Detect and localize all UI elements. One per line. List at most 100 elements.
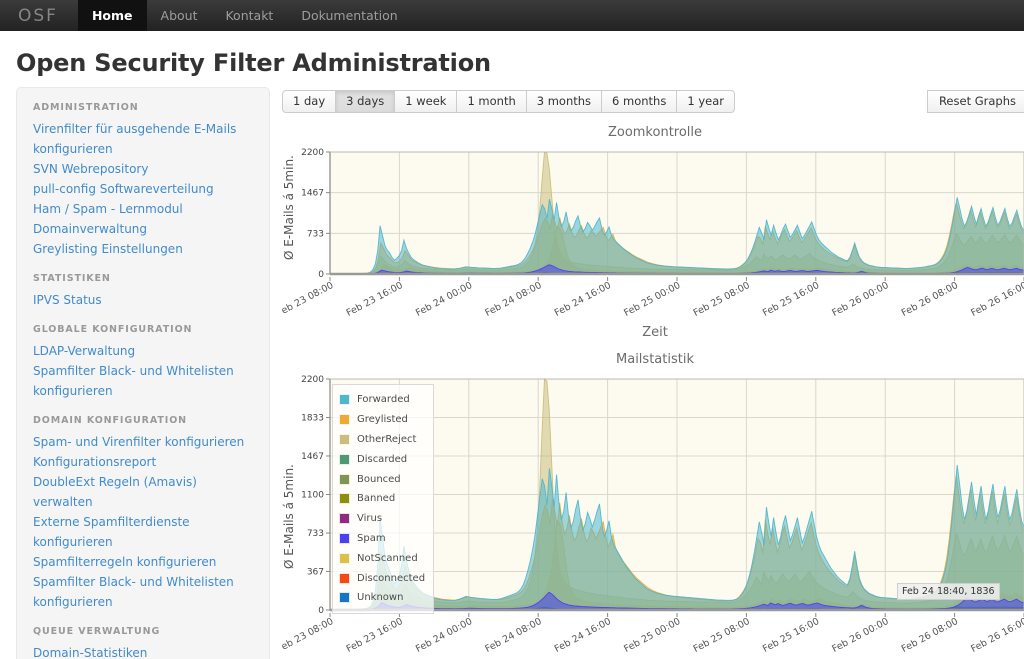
chart-title-zoomkontrolle: Zoomkontrolle [607, 125, 703, 140]
range-toolbar: 1 day 3 days 1 week 1 month 3 months 6 months… [282, 89, 1024, 113]
sidebar-link[interactable]: pull-config Softwareverteilung [33, 179, 253, 199]
legend-label: Disconnected [357, 572, 426, 584]
plot-svg-zoomkontrolle[interactable]: 0 733 1467 2200 [282, 142, 1024, 278]
svg-text:733: 733 [307, 529, 324, 539]
sidebar-link[interactable]: Konfigurationsreport [33, 452, 253, 472]
range-button-1-day[interactable]: 1 day [282, 89, 336, 113]
legend-item[interactable]: NotScanned [339, 548, 425, 568]
svg-text:1467: 1467 [301, 452, 324, 462]
svg-text:Feb 25 00:00: Feb 25 00:00 [622, 616, 682, 655]
main-layout: ADMINISTRATION Virenfilter für ausgehende… [0, 77, 1024, 659]
nav-item-about[interactable]: About [147, 0, 212, 31]
range-button-1-month[interactable]: 1 month [456, 89, 526, 113]
legend-label: Greylisted [357, 414, 408, 426]
sidebar-link[interactable]: Spamfilter Black- und Whitelisten konfig… [33, 572, 253, 612]
svg-text:Feb 24 08:00: Feb 24 08:00 [483, 280, 543, 319]
legend-label: OtherReject [357, 433, 417, 445]
legend-item[interactable]: Bounced [339, 469, 425, 489]
x-axis-zoomkontrolle: Feb 23 08:00 Feb 23 16:00 Feb 24 00:00 Feb … [282, 277, 1024, 319]
legend-swatch-icon [339, 473, 350, 485]
svg-text:1100: 1100 [301, 491, 324, 501]
sidebar-link[interactable]: SVN Webrepository [33, 159, 253, 179]
svg-text:Feb 25 00:00: Feb 25 00:00 [622, 280, 682, 319]
svg-text:Feb 24 00:00: Feb 24 00:00 [414, 616, 474, 655]
legend-item[interactable]: Unknown [339, 588, 425, 608]
legend-swatch-icon [339, 513, 350, 525]
legend-label: Bounced [357, 473, 401, 485]
legend-swatch-icon [339, 552, 350, 564]
range-button-1-week[interactable]: 1 week [394, 89, 457, 113]
sidebar-heading: GLOBALE KONFIGURATION [33, 324, 193, 335]
legend-label: Banned [357, 493, 396, 505]
svg-text:Feb 26 16:00: Feb 26 16:00 [969, 616, 1024, 655]
range-button-1-year[interactable]: 1 year [676, 89, 735, 113]
y-axis-label-mailstatistik: Ø E-Mails á 5min. [282, 464, 296, 569]
sidebar-link[interactable]: Spam- und Virenfilter konfigurieren [33, 432, 253, 452]
sidebar-heading: QUEUE VERWALTUNG [33, 626, 161, 637]
top-navbar: OSF Home About Kontakt Dokumentation [0, 0, 1024, 31]
svg-text:Feb 25 08:00: Feb 25 08:00 [692, 280, 752, 319]
chart-tooltip: Feb 24 18:40, 1836 [897, 583, 1000, 600]
sidebar-link[interactable]: Virenfilter für ausgehende E-Mails konfi… [33, 119, 253, 159]
nav-item-kontakt[interactable]: Kontakt [211, 0, 287, 31]
svg-text:Feb 23 08:00: Feb 23 08:00 [282, 616, 335, 655]
sidebar-heading: STATISTIKEN [33, 273, 111, 284]
svg-text:Feb 25 08:00: Feb 25 08:00 [692, 616, 752, 655]
sidebar-link[interactable]: Ham / Spam - Lernmodul [33, 199, 253, 219]
svg-text:Feb 26 00:00: Feb 26 00:00 [830, 280, 890, 319]
legend-item[interactable]: Greylisted [339, 410, 425, 430]
legend-label: NotScanned [357, 552, 418, 564]
range-button-group: 1 day 3 days 1 week 1 month 3 months 6 months… [282, 89, 735, 113]
legend-item[interactable]: OtherReject [339, 430, 425, 450]
sidebar-link[interactable]: Spamfilterregeln konfigurieren [33, 552, 253, 572]
legend-item[interactable]: Virus [339, 509, 425, 529]
legend-item[interactable]: Forwarded [339, 390, 425, 410]
svg-text:Feb 23 16:00: Feb 23 16:00 [345, 616, 405, 655]
legend-swatch-icon [339, 453, 350, 465]
legend-swatch-icon [339, 592, 350, 604]
svg-text:Feb 26 00:00: Feb 26 00:00 [830, 616, 890, 655]
svg-text:733: 733 [307, 229, 324, 239]
range-button-6-months[interactable]: 6 months [601, 89, 677, 113]
legend-label: Spam [357, 532, 386, 544]
legend-swatch-icon [339, 572, 350, 584]
legend-item[interactable]: Discarded [339, 449, 425, 469]
sidebar-link[interactable]: Spamfilter Black- und Whitelisten konfig… [33, 361, 253, 401]
sidebar-link[interactable]: Domainverwaltung [33, 219, 253, 239]
plot-wrap-mailstatistik[interactable]: Ø E-Mails á 5min. 0 367 733 1100 1467 1833 220… [282, 369, 1024, 659]
svg-text:Feb 24 16:00: Feb 24 16:00 [553, 616, 613, 655]
sidebar-link[interactable]: DoubleExt Regeln (Amavis) verwalten [33, 472, 253, 512]
sidebar-heading: DOMAIN KONFIGURATION [33, 415, 188, 426]
reset-graphs-button[interactable]: Reset Graphs [926, 89, 1024, 113]
legend-label: Virus [357, 513, 383, 525]
svg-text:Feb 26 16:00: Feb 26 16:00 [969, 280, 1024, 319]
legend-item[interactable]: Disconnected [339, 568, 425, 588]
svg-text:2200: 2200 [301, 148, 324, 158]
content-area: 1 day 3 days 1 week 1 month 3 months 6 months… [270, 87, 1024, 659]
range-button-3-months[interactable]: 3 months [525, 89, 602, 113]
svg-text:Feb 24 08:00: Feb 24 08:00 [483, 616, 543, 655]
sidebar-link[interactable]: Domain-Statistiken [33, 643, 253, 659]
legend-label: Discarded [357, 453, 408, 465]
plot-wrap-zoomkontrolle[interactable]: Ø E-Mails á 5min. 0 733 1467 2200 Feb 23 08… [282, 142, 1024, 329]
sidebar-link[interactable]: LDAP-Verwaltung [33, 341, 253, 361]
chart-legend[interactable]: Forwarded Greylisted OtherReject Discarded B… [332, 384, 435, 614]
legend-item[interactable]: Spam [339, 529, 425, 549]
legend-swatch-icon [339, 414, 350, 426]
sidebar-heading: ADMINISTRATION [33, 102, 139, 113]
svg-text:Feb 25 16:00: Feb 25 16:00 [761, 616, 821, 655]
brand-logo[interactable]: OSF [0, 0, 78, 31]
svg-text:Feb 23 16:00: Feb 23 16:00 [345, 280, 405, 319]
sidebar-link[interactable]: Greylisting Einstellungen [33, 239, 253, 259]
legend-label: Forwarded [357, 394, 410, 406]
nav-item-home[interactable]: Home [77, 0, 147, 31]
y-axis-label-zoomkontrolle: Ø E-Mails á 5min. [282, 155, 296, 260]
svg-text:Feb 24 00:00: Feb 24 00:00 [414, 280, 474, 319]
range-button-3-days[interactable]: 3 days [335, 89, 395, 113]
sidebar-link[interactable]: IPVS Status [33, 290, 253, 310]
svg-text:0: 0 [318, 606, 324, 614]
legend-swatch-icon [339, 493, 350, 505]
legend-item[interactable]: Banned [339, 489, 425, 509]
sidebar-link[interactable]: Externe Spamfilterdienste konfigurieren [33, 512, 253, 552]
nav-item-dokumentation[interactable]: Dokumentation [287, 0, 411, 31]
